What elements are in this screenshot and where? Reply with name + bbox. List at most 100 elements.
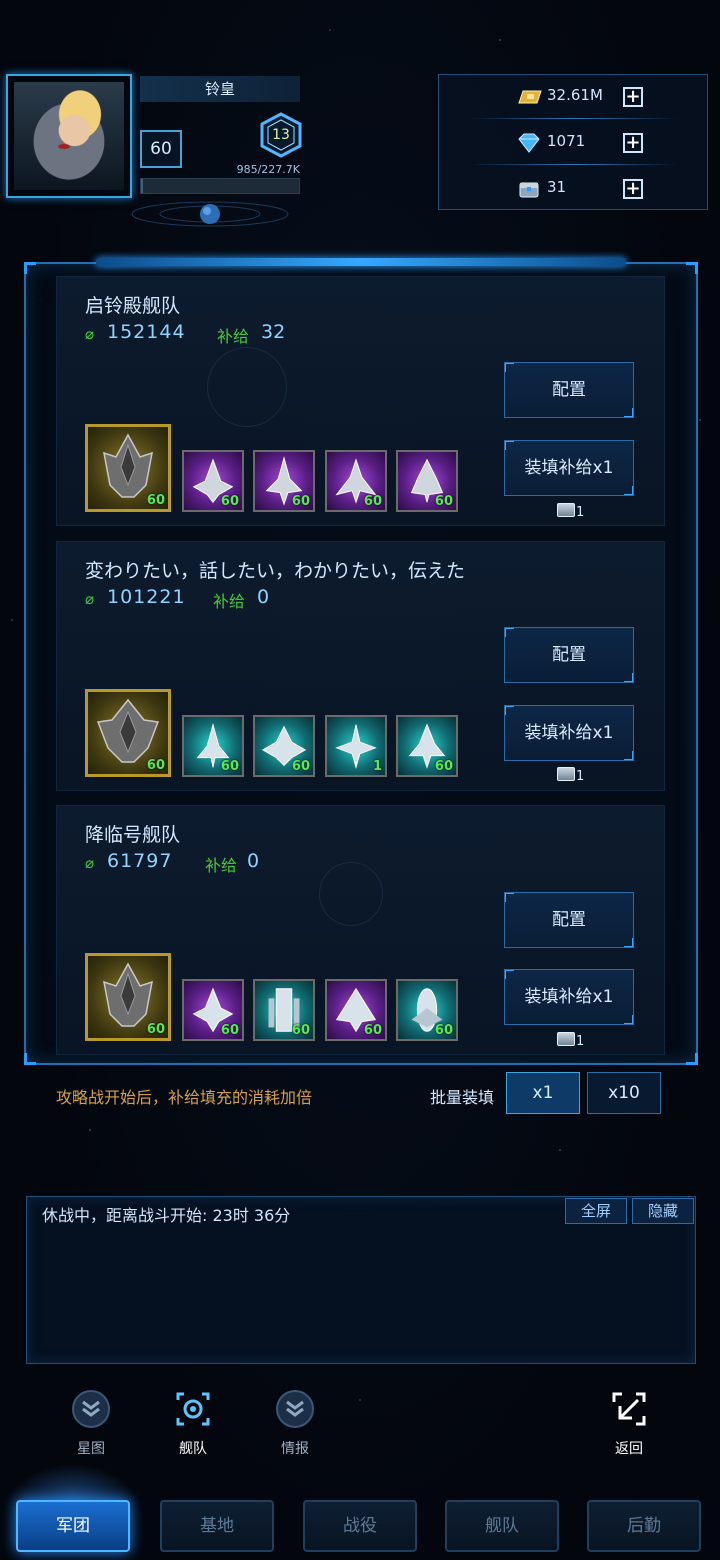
fleet-name: 启铃殿舰队 <box>85 295 181 317</box>
supply-label: 补给 <box>205 856 238 875</box>
battle-countdown: 休战中，距离战斗开始: 23时 36分 <box>42 1206 291 1225</box>
diamond-value: 1071 <box>547 132 586 150</box>
flagship-slot[interactable]: 60 <box>85 424 171 512</box>
resource-panel: 32.61M + 1071 + 31 + <box>438 74 708 210</box>
resource-row-diamond: 1071 + <box>439 121 709 165</box>
supply-value: 0 <box>257 586 270 608</box>
add-chest-button[interactable]: + <box>623 179 643 199</box>
ship-level: 60 <box>220 1023 239 1038</box>
player-avatar-frame[interactable] <box>6 74 132 198</box>
chevron-shield-icon <box>276 1390 314 1428</box>
supply-value: 0 <box>247 850 260 872</box>
add-gold-button[interactable]: + <box>623 87 643 107</box>
ship-level: 60 <box>291 759 310 774</box>
ship-slot[interactable]: 1 <box>325 715 387 777</box>
refill-supply-button[interactable]: 装填补给x1 <box>504 440 634 496</box>
refill-supply-button[interactable]: 装填补给x1 <box>504 705 634 761</box>
ship-slot[interactable]: 60 <box>253 979 315 1041</box>
player-avatar[interactable] <box>14 82 124 190</box>
diamond-icon <box>518 133 540 153</box>
rank-badge[interactable]: 13 <box>258 112 304 158</box>
supply-chest-icon <box>557 1032 575 1046</box>
ship-slot[interactable]: 60 <box>182 450 244 512</box>
panel-top-glow <box>96 258 626 266</box>
corner-decoration <box>24 1053 36 1065</box>
chest-value: 31 <box>547 178 567 196</box>
ship-slot[interactable]: 60 <box>396 715 458 777</box>
supply-label: 补给 <box>213 592 246 611</box>
ship-slot[interactable]: 60 <box>396 979 458 1041</box>
ship-slot[interactable]: 60 <box>182 979 244 1041</box>
player-name: 铃皇 <box>140 76 300 102</box>
refill-supply-button[interactable]: 装填补给x1 <box>504 969 634 1025</box>
tab-base[interactable]: 基地 <box>160 1500 274 1552</box>
ship-slot[interactable]: 60 <box>325 979 387 1041</box>
planet-orbit-icon <box>131 201 289 227</box>
active-tab-glow <box>8 1464 138 1504</box>
fleet-power: 61797 <box>107 850 173 872</box>
ship-slot[interactable]: 60 <box>253 715 315 777</box>
supply-chest-icon <box>519 182 539 198</box>
ship-level: 60 <box>434 1023 453 1038</box>
exp-text: 985/227.7K <box>236 163 300 176</box>
subnav-label: 舰队 <box>179 1441 207 1457</box>
ship-level: 60 <box>363 1023 382 1038</box>
flagship-slot[interactable]: 60 <box>85 689 171 777</box>
ship-slot[interactable]: 60 <box>396 450 458 512</box>
fleet-power: 152144 <box>107 321 186 343</box>
exp-bar <box>140 178 300 194</box>
corner-decoration <box>24 262 36 274</box>
config-button[interactable]: 配置 <box>504 892 634 948</box>
ship-level: 60 <box>363 494 382 509</box>
supply-value: 32 <box>261 321 286 343</box>
chat-hide-button[interactable]: 隐藏 <box>632 1198 694 1224</box>
supply-chest-icon <box>557 767 575 781</box>
gold-value: 32.61M <box>547 86 603 104</box>
ship-slot[interactable]: 60 <box>182 715 244 777</box>
corner-decoration <box>686 1053 698 1065</box>
tab-campaign[interactable]: 战役 <box>303 1500 417 1552</box>
ship-level: 60 <box>434 494 453 509</box>
background-emblem <box>207 347 287 427</box>
chest-count: 1 <box>576 769 585 784</box>
config-button[interactable]: 配置 <box>504 627 634 683</box>
tab-fleet[interactable]: 舰队 <box>445 1500 559 1552</box>
power-icon: ⌀ <box>85 590 95 608</box>
fleet-power: 101221 <box>107 586 186 608</box>
tab-logistics[interactable]: 后勤 <box>587 1500 701 1552</box>
tab-legion[interactable]: 军团 <box>16 1500 130 1552</box>
fleet-name: 降临号舰队 <box>85 824 181 846</box>
supply-notice: 攻略战开始后，补给填充的消耗加倍 <box>56 1088 313 1107</box>
subnav-star-map[interactable]: 星图 <box>56 1388 126 1458</box>
chest-count: 1 <box>576 505 585 520</box>
subnav-intel[interactable]: 情报 <box>260 1388 330 1458</box>
fleet-target-icon <box>176 1392 210 1426</box>
ship-level: 60 <box>146 758 165 773</box>
add-diamond-button[interactable]: + <box>623 133 643 153</box>
ship-slot[interactable]: 60 <box>325 450 387 512</box>
batch-x1-button[interactable]: x1 <box>506 1072 580 1114</box>
app-root: 铃皇 60 13 985/227.7K 32.61M + 1071 + 31 +… <box>0 0 720 1560</box>
subnav-fleet[interactable]: 舰队 <box>158 1388 228 1458</box>
gold-bar-icon <box>518 90 542 104</box>
subnav-return[interactable]: 返回 <box>594 1388 664 1458</box>
chest-count: 1 <box>576 1034 585 1049</box>
batch-x10-button[interactable]: x10 <box>587 1072 661 1114</box>
ship-level: 60 <box>220 494 239 509</box>
supply-chest-icon <box>557 503 575 517</box>
flagship-slot[interactable]: 60 <box>85 953 171 1041</box>
ship-level: 60 <box>291 1023 310 1038</box>
ship-level: 60 <box>146 1022 165 1037</box>
ship-level: 60 <box>291 494 310 509</box>
rank-value: 13 <box>272 127 290 143</box>
chevron-shield-icon <box>72 1390 110 1428</box>
power-icon: ⌀ <box>85 854 95 872</box>
chat-fullscreen-button[interactable]: 全屏 <box>565 1198 627 1224</box>
ship-slot[interactable]: 60 <box>253 450 315 512</box>
supply-label: 补给 <box>217 327 250 346</box>
return-arrow-icon <box>612 1392 646 1426</box>
fleet-name: 変わりたい，話したい，わかりたい，伝えた <box>85 560 466 582</box>
background-emblem <box>319 862 383 926</box>
config-button[interactable]: 配置 <box>504 362 634 418</box>
ship-level: 60 <box>220 759 239 774</box>
